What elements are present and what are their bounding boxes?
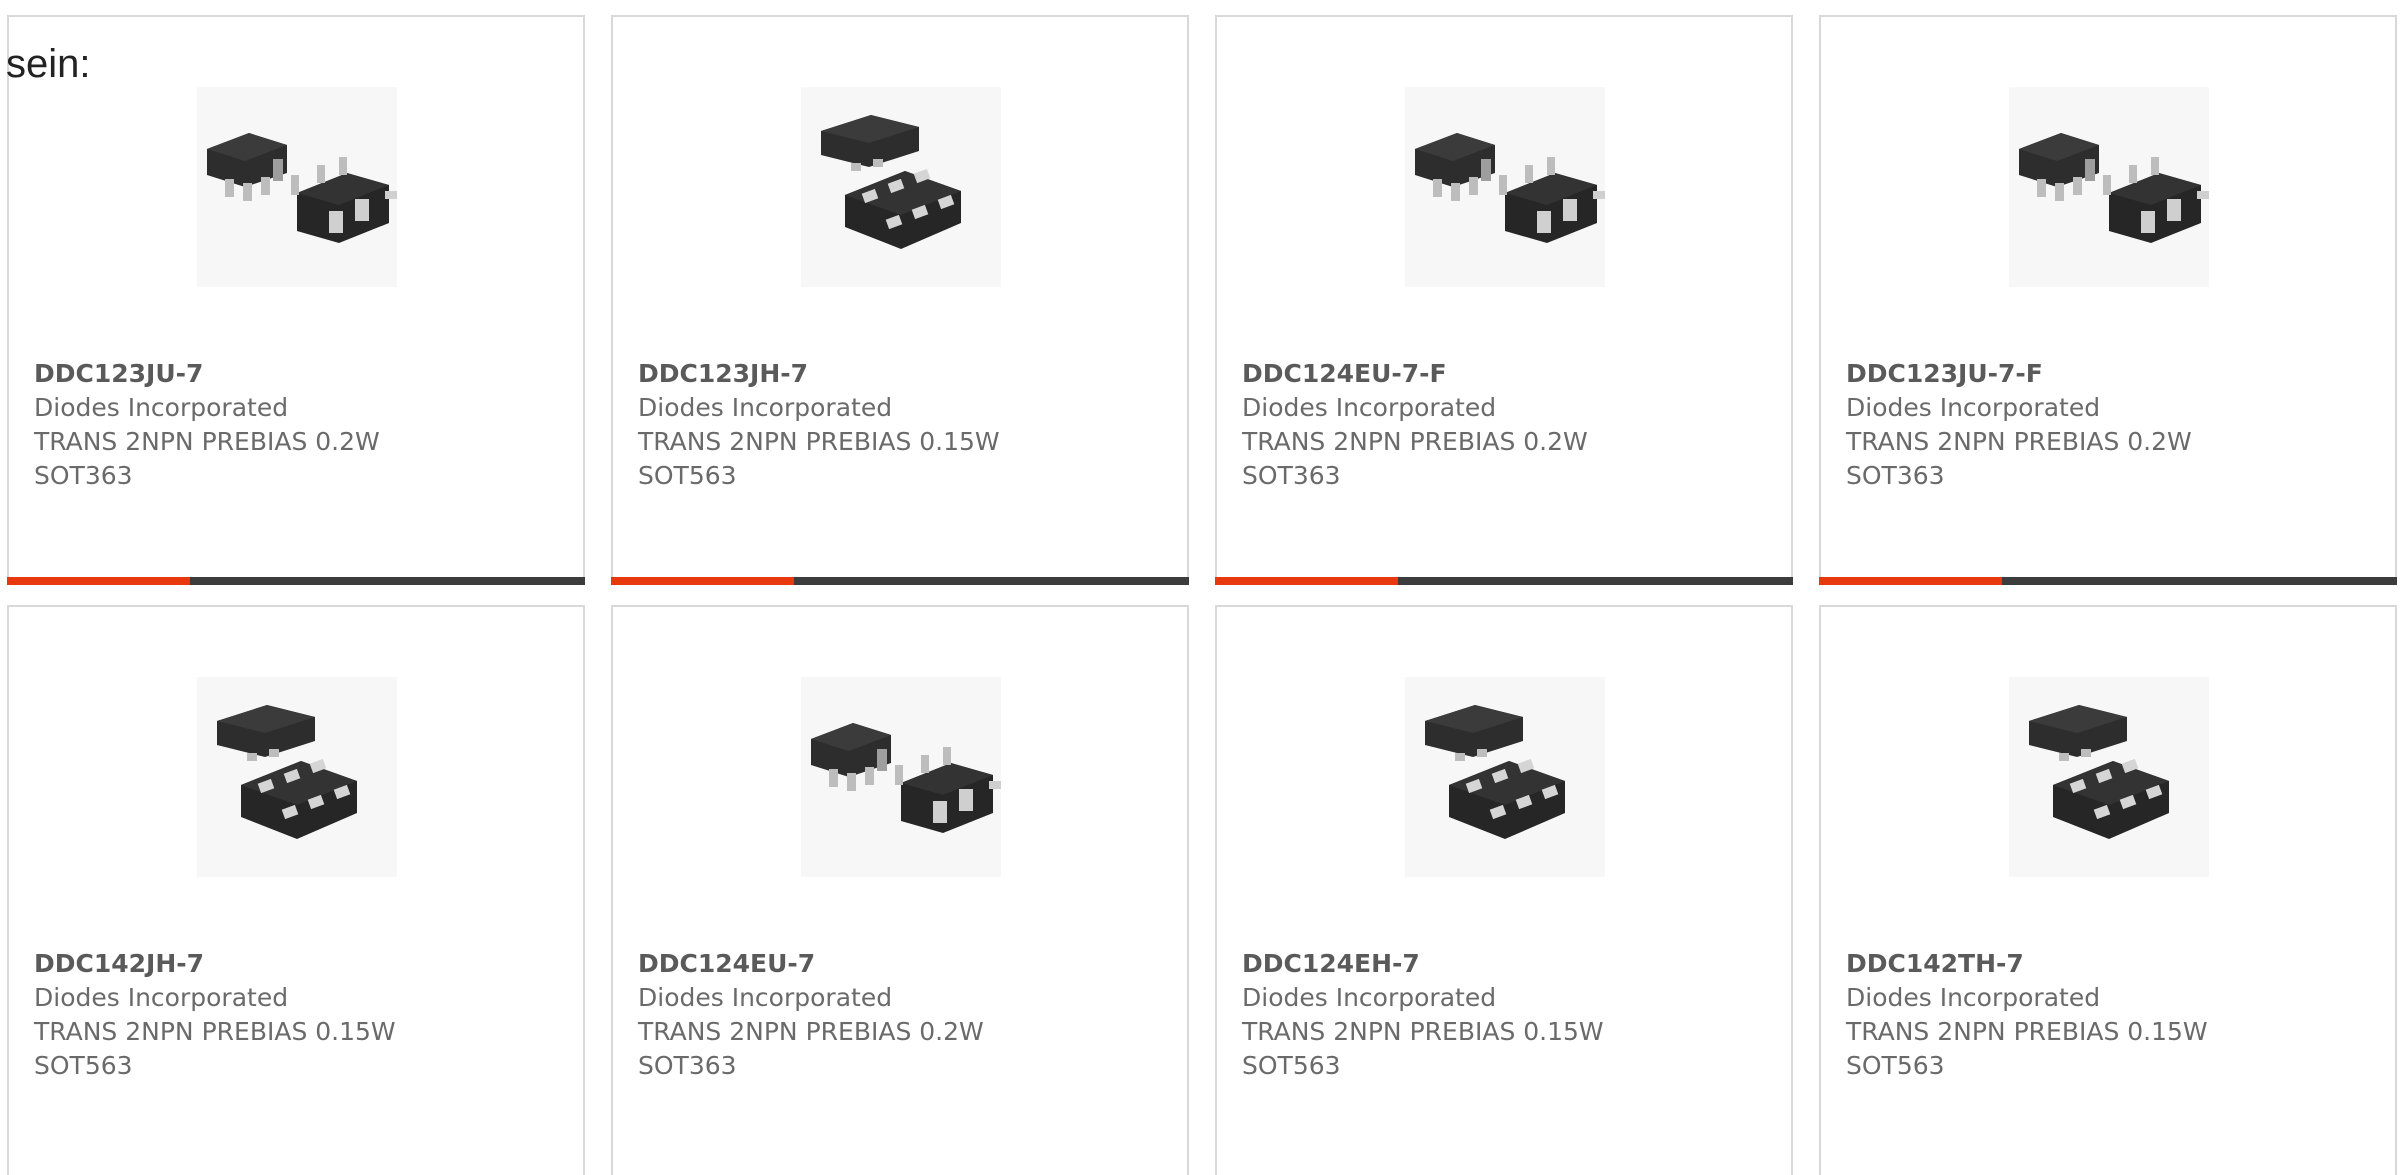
product-image[interactable] <box>801 87 1001 287</box>
sot363-chip-icon <box>811 723 1001 833</box>
manufacturer: Diodes Incorporated <box>1846 393 2101 422</box>
package: SOT563 <box>1846 1051 1945 1080</box>
description: TRANS 2NPN PREBIAS 0.15W <box>34 1017 396 1046</box>
progress-fill <box>1819 577 2002 585</box>
manufacturer: Diodes Incorporated <box>1242 393 1497 422</box>
progress-fill <box>7 577 190 585</box>
sot363-chip-icon <box>1415 133 1605 243</box>
package: SOT363 <box>638 1051 737 1080</box>
description: TRANS 2NPN PREBIAS 0.15W <box>1242 1017 1604 1046</box>
progress-bar <box>1215 577 1793 585</box>
description: TRANS 2NPN PREBIAS 0.2W <box>1846 427 2192 456</box>
part-number[interactable]: DDC124EH-7 <box>1242 947 1771 981</box>
product-card[interactable]: DDC142JH-7 Diodes Incorporated TRANS 2NP… <box>7 605 585 1175</box>
description: TRANS 2NPN PREBIAS 0.15W <box>1846 1017 2208 1046</box>
product-card[interactable]: DDC142TH-7 Diodes Incorporated TRANS 2NP… <box>1819 605 2397 1175</box>
product-card[interactable]: DDC123JU-7-F Diodes Incorporated TRANS 2… <box>1819 15 2397 585</box>
product-image[interactable] <box>2009 677 2209 877</box>
product-grid: DDC123JU-7 Diodes Incorporated TRANS 2NP… <box>0 0 2400 1175</box>
package: SOT363 <box>1846 461 1945 490</box>
part-number[interactable]: DDC124EU-7 <box>638 947 1167 981</box>
part-number[interactable]: DDC123JH-7 <box>638 357 1167 391</box>
progress-bar <box>611 577 1189 585</box>
progress-fill <box>1215 577 1398 585</box>
package: SOT563 <box>638 461 737 490</box>
manufacturer: Diodes Incorporated <box>34 983 289 1012</box>
progress-bar <box>7 577 585 585</box>
sot563-chip-icon <box>217 705 357 839</box>
manufacturer: Diodes Incorporated <box>638 393 893 422</box>
part-number[interactable]: DDC123JU-7 <box>34 357 563 391</box>
product-card[interactable]: DDC124EU-7-F Diodes Incorporated TRANS 2… <box>1215 15 1793 585</box>
sot563-chip-icon <box>1425 705 1565 839</box>
intro-text: sein: <box>6 42 91 86</box>
sot563-chip-icon <box>2029 705 2169 839</box>
product-image[interactable] <box>801 677 1001 877</box>
product-card[interactable]: DDC123JU-7 Diodes Incorporated TRANS 2NP… <box>7 15 585 585</box>
manufacturer: Diodes Incorporated <box>34 393 289 422</box>
product-image[interactable] <box>197 87 397 287</box>
sot363-chip-icon <box>2019 133 2209 243</box>
description: TRANS 2NPN PREBIAS 0.2W <box>638 1017 984 1046</box>
package: SOT363 <box>34 461 133 490</box>
product-card[interactable]: DDC124EH-7 Diodes Incorporated TRANS 2NP… <box>1215 605 1793 1175</box>
package: SOT563 <box>1242 1051 1341 1080</box>
package: SOT563 <box>34 1051 133 1080</box>
package: SOT363 <box>1242 461 1341 490</box>
sot363-chip-icon <box>207 133 397 243</box>
description: TRANS 2NPN PREBIAS 0.2W <box>34 427 380 456</box>
product-card[interactable]: DDC123JH-7 Diodes Incorporated TRANS 2NP… <box>611 15 1189 585</box>
description: TRANS 2NPN PREBIAS 0.15W <box>638 427 1000 456</box>
sot563-chip-icon <box>821 115 961 249</box>
product-image[interactable] <box>2009 87 2209 287</box>
product-image[interactable] <box>197 677 397 877</box>
manufacturer: Diodes Incorporated <box>638 983 893 1012</box>
product-card[interactable]: DDC124EU-7 Diodes Incorporated TRANS 2NP… <box>611 605 1189 1175</box>
manufacturer: Diodes Incorporated <box>1242 983 1497 1012</box>
product-image[interactable] <box>1405 87 1605 287</box>
part-number[interactable]: DDC142JH-7 <box>34 947 563 981</box>
description: TRANS 2NPN PREBIAS 0.2W <box>1242 427 1588 456</box>
part-number[interactable]: DDC124EU-7-F <box>1242 357 1771 391</box>
part-number[interactable]: DDC123JU-7-F <box>1846 357 2375 391</box>
progress-fill <box>611 577 794 585</box>
part-number[interactable]: DDC142TH-7 <box>1846 947 2375 981</box>
progress-bar <box>1819 577 2397 585</box>
manufacturer: Diodes Incorporated <box>1846 983 2101 1012</box>
product-image[interactable] <box>1405 677 1605 877</box>
